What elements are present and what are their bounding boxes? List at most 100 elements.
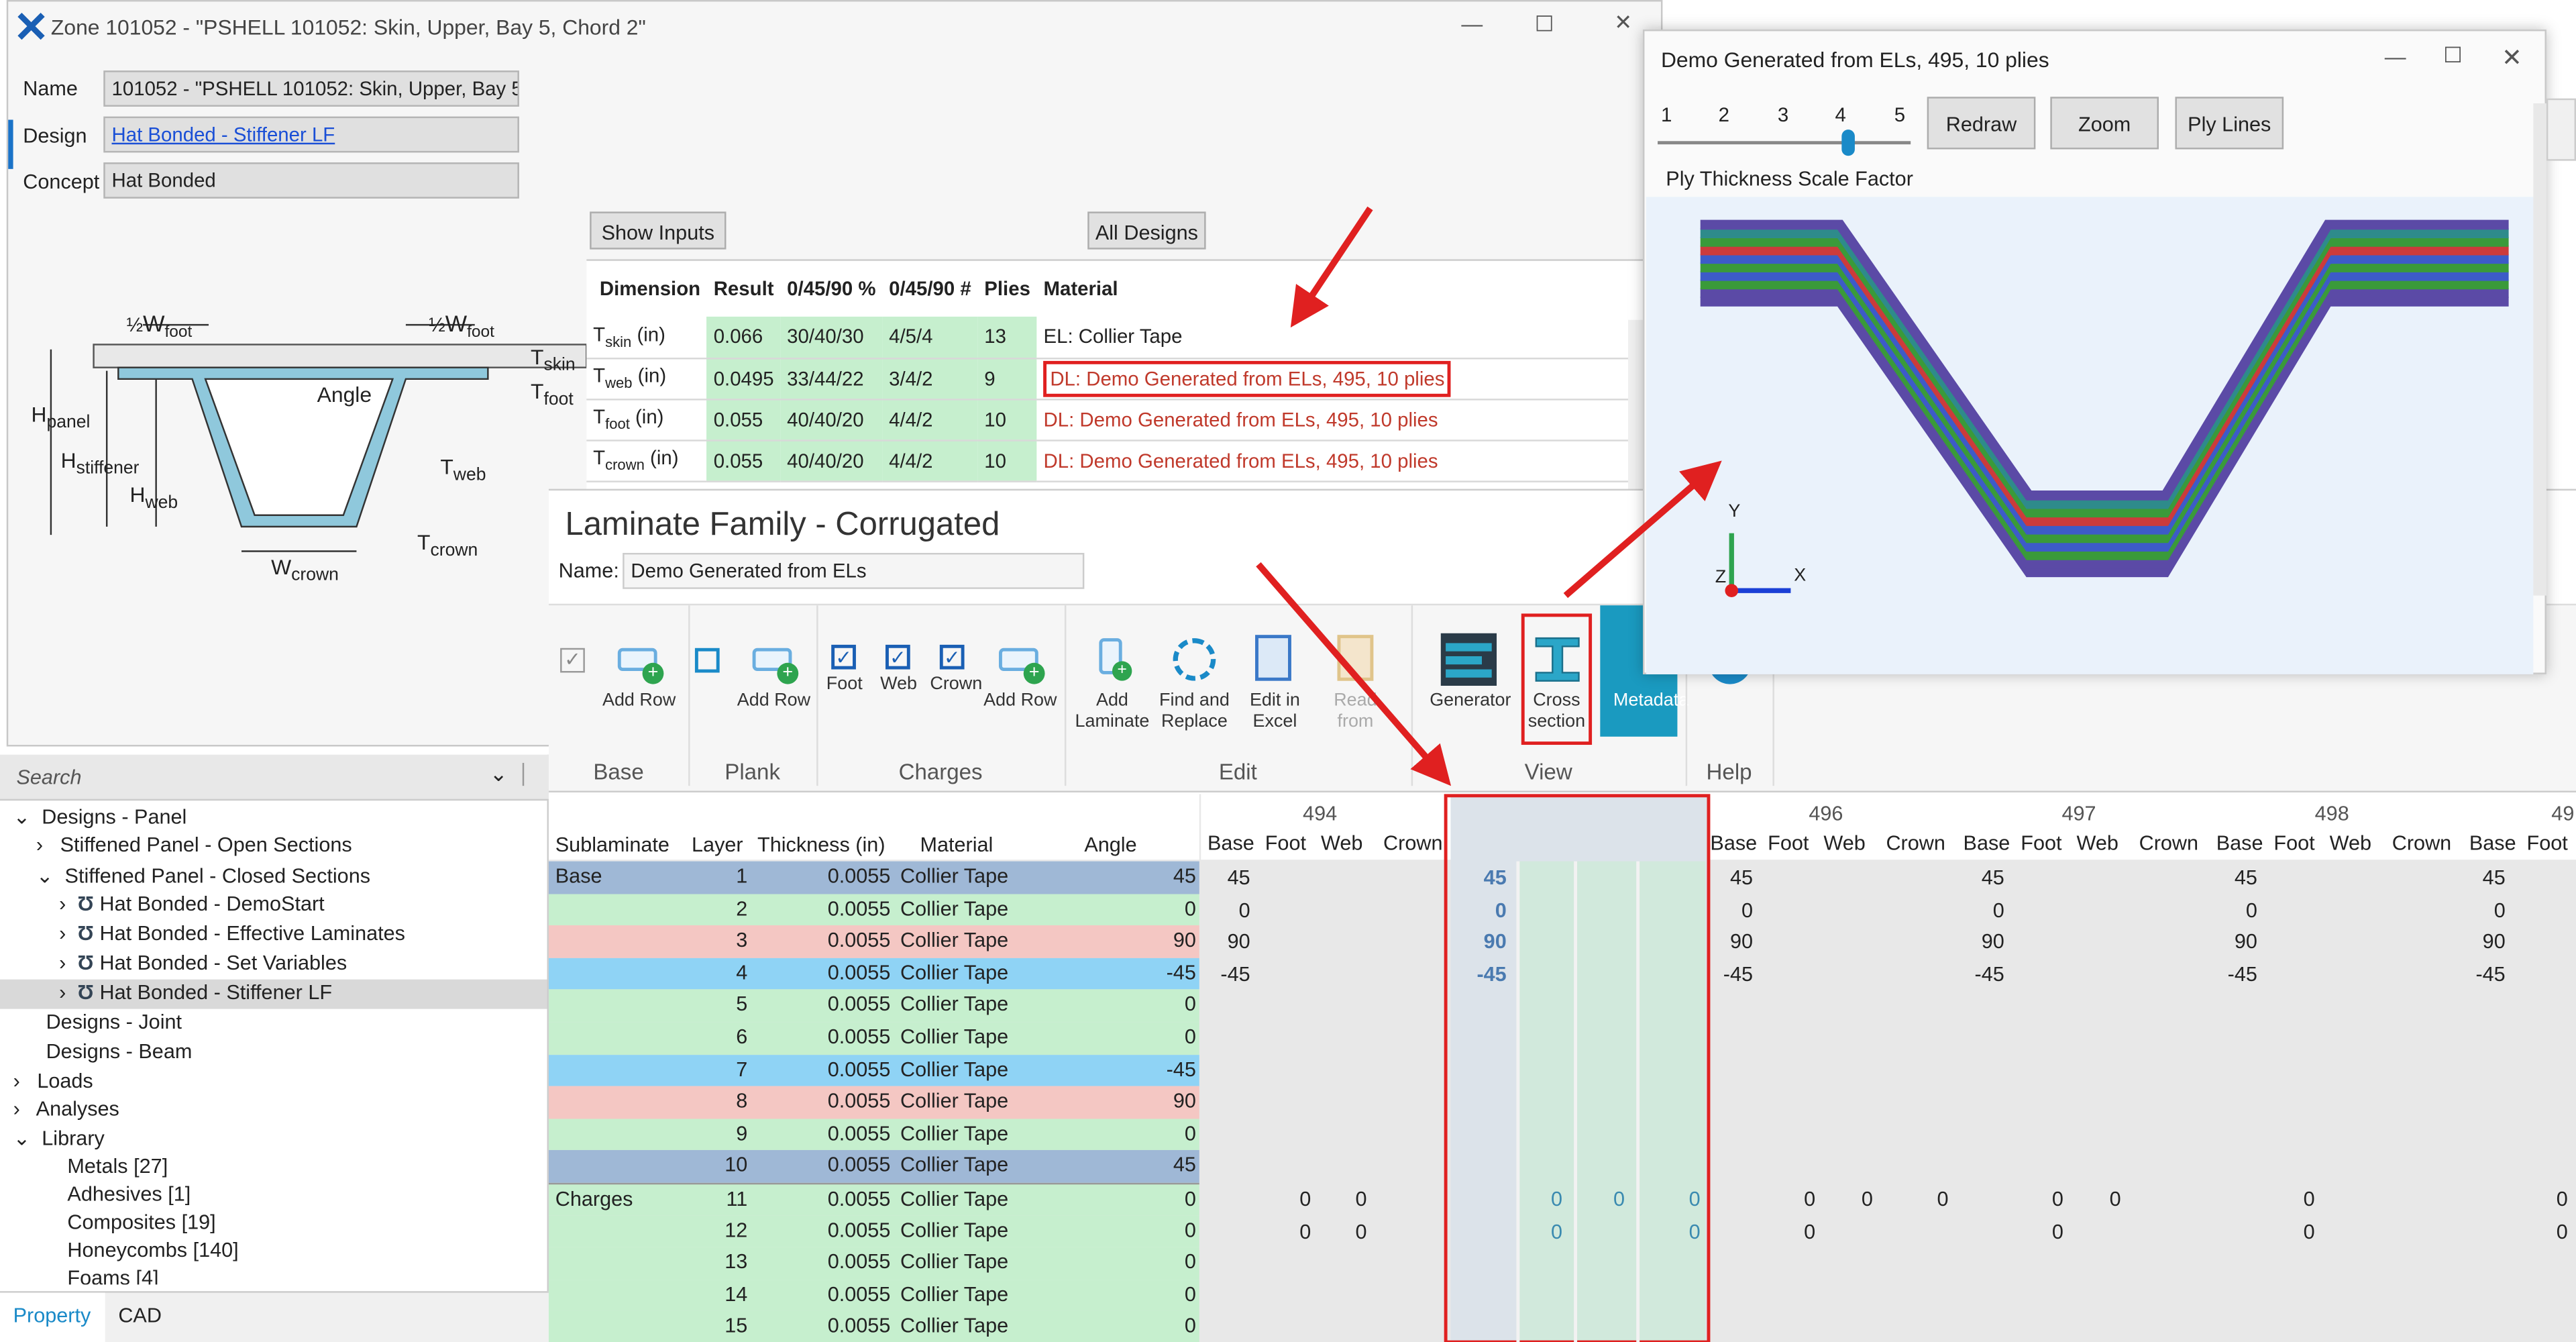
laminate-name-field[interactable]: Demo Generated from ELs <box>623 552 1085 589</box>
find-replace-button[interactable]: Find and Replace <box>1153 690 1235 733</box>
charge-cell: 0 <box>1804 1220 1816 1243</box>
close-button[interactable]: ✕ <box>1605 10 1642 36</box>
grid-row[interactable]: 8 0.0055 Collier Tape 90 <box>548 1086 1199 1119</box>
subheader-foot[interactable]: Foot <box>1265 832 1306 855</box>
grid-row[interactable]: 2 0.0055 Collier Tape 0 <box>548 893 1199 926</box>
grid-row[interactable]: 5 0.0055 Collier Tape 0 <box>548 990 1199 1023</box>
cross-section-plot <box>1700 219 2509 597</box>
grid-row[interactable]: 10 0.0055 Collier Tape 45 <box>548 1150 1199 1183</box>
grid-row[interactable]: 14 0.0055 Collier Tape 0 <box>548 1279 1199 1312</box>
subheader-crown[interactable]: Crown <box>1886 832 1945 855</box>
table-row[interactable]: Tskin (in) 0.066 30/40/30 4/5/4 13 EL: C… <box>586 316 1629 359</box>
add-laminate-button[interactable]: Add Laminate <box>1071 690 1153 733</box>
edge-scroll-button[interactable] <box>2546 98 2576 161</box>
subheader-base[interactable]: Base <box>1710 832 1757 855</box>
subheader-web[interactable]: Web <box>2077 832 2118 855</box>
subheader-base[interactable]: Base <box>2216 832 2263 855</box>
tree-item-metals[interactable]: Metals [27] <box>67 1155 168 1178</box>
name-field[interactable]: 101052 - "PSHELL 101052: Skin, Upper, Ba… <box>103 70 519 107</box>
cross-section-button[interactable]: Cross section <box>1521 690 1592 733</box>
add-row-button-plank[interactable]: Add Row <box>733 690 814 712</box>
tree-item-composites[interactable]: Composites [19] <box>67 1210 215 1233</box>
subheader-web[interactable]: Web <box>2330 832 2371 855</box>
grid-row[interactable]: 15 0.0055 Collier Tape 0 <box>548 1311 1199 1342</box>
tree-item-designs-joint[interactable]: Designs - Joint <box>46 1011 182 1033</box>
tree-item-set-variables[interactable]: › Ʊ Hat Bonded - Set Variables <box>59 951 347 974</box>
table-row[interactable]: Tweb (in) 0.0495 33/44/22 3/4/2 9 DL: De… <box>586 358 1629 400</box>
cross-maximize-button[interactable]: ☐ <box>2434 43 2471 69</box>
web-check-icon[interactable]: ✓ <box>885 644 910 670</box>
tab-cad[interactable]: CAD <box>118 1304 162 1327</box>
grid-row[interactable]: 9 0.0055 Collier Tape 0 <box>548 1118 1199 1151</box>
crown-check-icon[interactable]: ✓ <box>939 644 965 670</box>
grid-row[interactable]: 4 0.0055 Collier Tape -45 <box>548 958 1199 990</box>
subheader-crown[interactable]: Crown <box>1383 832 1442 855</box>
subheader-web[interactable]: Web <box>1321 832 1362 855</box>
cell-angle: 90 <box>1173 1089 1196 1113</box>
subheader-base[interactable]: Base <box>2469 832 2516 855</box>
tree-item-stiffener-lf[interactable]: › Ʊ Hat Bonded - Stiffener LF <box>59 981 332 1004</box>
ply-lines-button[interactable]: Ply Lines <box>2175 97 2284 150</box>
subheader-base[interactable]: Base <box>1208 832 1254 855</box>
subheader-foot[interactable]: Foot <box>2273 832 2314 855</box>
grid-row[interactable]: Base 1 0.0055 Collier Tape 45 <box>548 861 1199 894</box>
show-inputs-button[interactable]: Show Inputs <box>590 211 727 250</box>
tree-item-demostart[interactable]: › Ʊ Hat Bonded - DemoStart <box>59 892 325 915</box>
web-toggle[interactable]: Web <box>872 674 924 696</box>
read-from-excel-button[interactable]: Read from Excel <box>1314 690 1396 733</box>
table-row[interactable]: Tcrown (in) 0.055 40/40/20 4/4/2 10 DL: … <box>586 440 1629 482</box>
pin-icon[interactable] <box>522 762 545 786</box>
design-link[interactable]: Hat Bonded - Stiffener LF <box>103 116 519 153</box>
add-row-button-charges[interactable]: Add Row <box>979 690 1061 712</box>
chevron-down-icon[interactable]: ⌄ <box>490 761 508 787</box>
foot-toggle[interactable]: Foot <box>818 674 871 696</box>
tree-item-loads[interactable]: › Loads <box>13 1070 93 1092</box>
subheader-web[interactable]: Web <box>1823 832 1865 855</box>
cross-minimize-button[interactable]: — <box>2377 44 2414 69</box>
subheader-foot[interactable]: Foot <box>2021 832 2061 855</box>
tree-item-open-sections[interactable]: › Stiffened Panel - Open Sections <box>36 833 352 856</box>
edit-in-excel-button[interactable]: Edit in Excel <box>1234 690 1316 733</box>
all-designs-button[interactable]: All Designs <box>1087 211 1206 250</box>
scale-slider-track[interactable] <box>1658 141 1911 145</box>
maximize-button[interactable]: ☐ <box>1526 11 1562 38</box>
generator-button[interactable]: Generator <box>1426 690 1515 712</box>
tree-item-analyses[interactable]: › Analyses <box>13 1098 119 1121</box>
num-cell: 3/4/2 <box>882 358 978 400</box>
subheader-crown[interactable]: Crown <box>2392 832 2451 855</box>
tree-item-adhesives[interactable]: Adhesives [1] <box>67 1183 191 1206</box>
subheader-crown[interactable]: Crown <box>2139 832 2198 855</box>
subheader-base[interactable]: Base <box>1964 832 2010 855</box>
cross-close-button[interactable]: ✕ <box>2494 43 2530 72</box>
crown-toggle[interactable]: Crown <box>926 674 985 696</box>
concept-field[interactable]: Hat Bonded <box>103 162 519 199</box>
foot-check-icon[interactable]: ✓ <box>831 644 856 670</box>
subheader-foot[interactable]: Foot <box>1768 832 1809 855</box>
checkbox-icon[interactable]: ✓ <box>560 648 585 673</box>
table-row[interactable]: Tfoot (in) 0.055 40/40/20 4/4/2 10 DL: D… <box>586 399 1629 441</box>
tree-item-foams[interactable]: Foams [4] <box>67 1267 158 1285</box>
tree-item-designs-beam[interactable]: Designs - Beam <box>46 1040 193 1063</box>
scale-slider-thumb[interactable] <box>1841 130 1855 156</box>
tree-item-designs-panel[interactable]: ⌄ Designs - Panel <box>13 804 187 828</box>
grid-row[interactable]: Charges 11 0.0055 Collier Tape 0 <box>548 1182 1199 1215</box>
subheader-foot[interactable]: Foot <box>2527 832 2568 855</box>
grid-row[interactable]: 12 0.0055 Collier Tape 0 <box>548 1215 1199 1247</box>
tree-item-library[interactable]: ⌄ Library <box>13 1125 105 1150</box>
minimize-button[interactable]: — <box>1454 11 1490 36</box>
base-angle-cell: -45 <box>1477 962 1507 986</box>
tree-item-effective[interactable]: › Ʊ Hat Bonded - Effective Laminates <box>59 922 405 945</box>
redraw-button[interactable]: Redraw <box>1927 97 2036 150</box>
grid-row[interactable]: 7 0.0055 Collier Tape -45 <box>548 1054 1199 1087</box>
tree-item-honeycombs[interactable]: Honeycombs [140] <box>67 1239 238 1261</box>
grid-row[interactable]: 3 0.0055 Collier Tape 90 <box>548 925 1199 958</box>
plank-checkbox-icon[interactable] <box>694 648 720 673</box>
grid-row[interactable]: 6 0.0055 Collier Tape 0 <box>548 1022 1199 1055</box>
cross-scrollbar[interactable] <box>2533 103 2546 596</box>
zoom-button[interactable]: Zoom <box>2050 97 2159 150</box>
tab-property[interactable]: Property <box>0 1292 105 1342</box>
add-row-button-base[interactable]: Add Row <box>598 690 680 712</box>
tree-item-closed-sections[interactable]: ⌄ Stiffened Panel - Closed Sections <box>36 863 370 888</box>
grid-row[interactable]: 13 0.0055 Collier Tape 0 <box>548 1247 1199 1280</box>
search-input[interactable]: Search <box>16 766 81 789</box>
